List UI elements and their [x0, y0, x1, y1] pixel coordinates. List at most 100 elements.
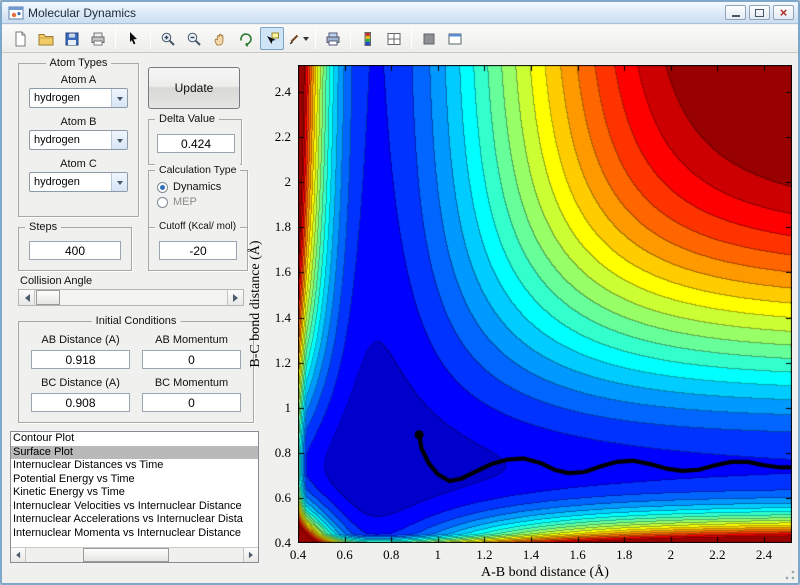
contour-plot[interactable] — [298, 65, 792, 543]
close-icon: × — [779, 4, 788, 20]
cutoff-input[interactable] — [159, 241, 237, 260]
brush-icon — [289, 34, 299, 44]
atom-c-label: Atom C — [60, 158, 97, 170]
list-item[interactable]: Surface Plot — [11, 445, 258, 459]
zoom-in-button[interactable] — [156, 27, 180, 50]
hscroll-thumb[interactable] — [83, 548, 169, 562]
figure-window-button[interactable] — [443, 27, 467, 50]
slider-right-arrow[interactable] — [227, 290, 243, 305]
print-figure-button[interactable] — [321, 27, 345, 50]
ab-distance-input[interactable] — [31, 350, 130, 369]
x-tick-label: 0.6 — [336, 547, 353, 562]
list-hscrollbar[interactable] — [11, 547, 258, 562]
rotate-3d-button[interactable] — [234, 27, 258, 50]
x-tick-label: 1.8 — [616, 547, 633, 562]
figure-window-icon — [448, 33, 462, 44]
list-item[interactable]: Internuclear Velocities vs Internuclear … — [11, 500, 258, 514]
cursor-button[interactable] — [121, 27, 145, 50]
list-item[interactable]: Internuclear Accelerations vs Internucle… — [11, 513, 258, 527]
bc-momentum-input[interactable] — [142, 393, 241, 412]
maximize-icon — [755, 8, 764, 17]
titlebar[interactable]: Molecular Dynamics × — [2, 2, 798, 24]
pan-button[interactable] — [208, 27, 232, 50]
x-tick-label: 1.4 — [522, 547, 540, 562]
atom-types-panel: Atom Types Atom A hydrogen Atom B hydrog… — [18, 57, 139, 217]
steps-input[interactable] — [29, 241, 121, 260]
radio-unselected-icon — [157, 196, 168, 208]
list-item[interactable]: Potential Energy vs Time — [11, 473, 258, 487]
print-icon — [91, 32, 105, 45]
delta-value-input[interactable] — [157, 134, 235, 153]
x-tick-label: 2 — [667, 547, 675, 562]
x-tick-label: 1.6 — [569, 547, 586, 562]
resize-grip[interactable] — [785, 570, 795, 580]
toolbar — [2, 25, 798, 53]
maximize-button[interactable] — [749, 5, 770, 20]
colorbar-icon — [364, 31, 371, 46]
slider-left-arrow[interactable] — [19, 290, 35, 305]
cutoff-panel: Cutoff (Kcal/ mol) — [148, 221, 248, 271]
update-button[interactable]: Update — [148, 67, 240, 109]
bc-momentum-label: BC Momentum — [154, 377, 229, 389]
y-tick-label: 1.2 — [274, 354, 291, 370]
open-file-icon — [38, 33, 54, 45]
data-cursor-button[interactable] — [260, 27, 284, 50]
toolbar-separator — [411, 28, 412, 49]
print-button[interactable] — [86, 27, 110, 50]
collision-angle-slider[interactable] — [18, 289, 244, 306]
atom-b-select[interactable]: hydrogen — [29, 130, 128, 150]
collision-angle-label: Collision Angle — [20, 275, 93, 287]
atom-b-value: hydrogen — [34, 134, 80, 146]
list-item[interactable]: Contour Plot — [11, 432, 258, 446]
x-tick-label: 2.4 — [755, 547, 773, 562]
hscroll-right-arrow[interactable] — [243, 548, 258, 562]
list-item[interactable]: Kinetic Energy vs Time — [11, 486, 258, 500]
zoom-out-button[interactable] — [182, 27, 206, 50]
x-tick-label: 1 — [434, 547, 442, 562]
atom-a-select[interactable]: hydrogen — [29, 88, 128, 108]
list-item[interactable]: Internuclear Distances vs Time — [11, 459, 258, 473]
arrow-right-icon — [232, 293, 242, 302]
chevron-down-icon — [111, 173, 127, 191]
subplot-icon — [387, 32, 401, 45]
delta-value-panel: Delta Value — [148, 113, 242, 165]
minimize-button[interactable] — [725, 5, 746, 20]
bc-distance-input[interactable] — [31, 393, 130, 412]
steps-panel: Steps — [18, 221, 132, 271]
y-tick-label: 1.8 — [274, 219, 291, 235]
y-tick-label: 0.4 — [274, 535, 291, 550]
radio-dynamics-label: Dynamics — [173, 181, 222, 193]
radio-dynamics[interactable]: Dynamics — [157, 181, 247, 193]
atom-c-select[interactable]: hydrogen — [29, 172, 128, 192]
y-tick-label: 2 — [284, 174, 292, 190]
ab-momentum-label: AB Momentum — [155, 334, 228, 346]
hscroll-left-arrow[interactable] — [11, 548, 26, 562]
stop-button[interactable] — [417, 27, 441, 50]
atom-c-value: hydrogen — [34, 176, 80, 188]
print-figure-icon — [326, 32, 340, 45]
save-button[interactable] — [60, 27, 84, 50]
subplot-button[interactable] — [382, 27, 406, 50]
radio-mep[interactable]: MEP — [157, 196, 247, 208]
toolbar-separator — [315, 28, 316, 49]
brush-button[interactable] — [286, 27, 310, 50]
plot-type-listbox[interactable]: Contour Plot Surface Plot Internuclear Dis… — [10, 431, 259, 563]
x-tick-label: 0.8 — [383, 547, 400, 562]
y-tick-label: 0.6 — [274, 489, 291, 505]
open-file-button[interactable] — [34, 27, 58, 50]
list-item[interactable]: Internuclear Momenta vs Internuclear Dis… — [11, 527, 258, 541]
steps-title: Steps — [25, 221, 62, 233]
y-tick-label: 1 — [284, 399, 292, 415]
colorbar-button[interactable] — [356, 27, 380, 50]
ab-momentum-input[interactable] — [142, 350, 241, 369]
pan-icon — [214, 33, 224, 45]
new-file-button[interactable] — [8, 27, 32, 50]
chevron-down-icon — [111, 89, 127, 107]
y-tick-label: 1.6 — [274, 264, 291, 280]
close-button[interactable]: × — [773, 5, 794, 20]
initial-conditions-title: Initial Conditions — [91, 315, 181, 327]
slider-thumb[interactable] — [36, 290, 60, 305]
arrow-right-icon — [248, 551, 256, 559]
new-file-icon — [15, 31, 26, 46]
atom-a-value: hydrogen — [34, 92, 80, 104]
